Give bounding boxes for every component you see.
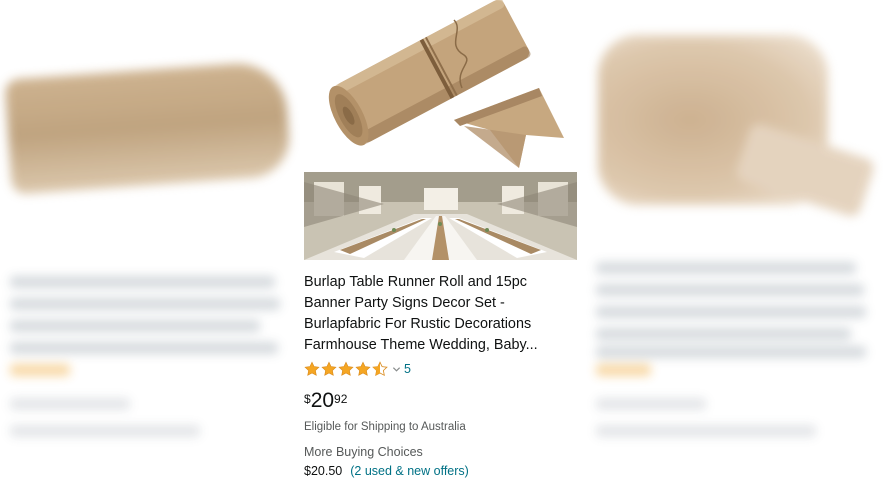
more-buying-choices-label: More Buying Choices bbox=[304, 445, 423, 459]
price-fraction: 92 bbox=[334, 392, 348, 406]
shipping-blur bbox=[596, 425, 816, 437]
star-full-icon bbox=[355, 361, 371, 376]
title-blur-line bbox=[596, 306, 866, 318]
title-blur-line bbox=[596, 262, 856, 274]
product-card-left-blurred[interactable] bbox=[0, 0, 292, 485]
star-half-icon bbox=[372, 361, 388, 377]
title-blur-line bbox=[10, 342, 278, 354]
title-blur-line bbox=[596, 346, 866, 358]
product-image-left bbox=[4, 60, 292, 195]
price-blur bbox=[10, 398, 130, 410]
shipping-blur bbox=[10, 425, 200, 437]
product-title-link[interactable]: Burlap Table Runner Roll and 15pc Banner… bbox=[304, 272, 574, 356]
venue-photo bbox=[304, 172, 577, 260]
product-card[interactable]: Burlap Table Runner Roll and 15pc Banner… bbox=[304, 0, 578, 485]
chevron-down-icon[interactable] bbox=[392, 365, 401, 374]
star-full-icon bbox=[338, 361, 354, 376]
price-blur bbox=[596, 398, 706, 410]
star-rating[interactable] bbox=[304, 361, 389, 377]
title-blur-line bbox=[596, 328, 851, 340]
price-currency-symbol: $ bbox=[304, 392, 311, 406]
rating-count-link[interactable]: 5 bbox=[404, 362, 411, 376]
product-card-right-blurred[interactable] bbox=[590, 0, 883, 485]
offer-price: $20.50 bbox=[304, 464, 343, 478]
star-full-icon bbox=[321, 361, 337, 376]
title-blur-line bbox=[10, 320, 260, 332]
rating-row[interactable]: 5 bbox=[304, 361, 411, 377]
offers-link[interactable]: (2 used & new offers) bbox=[350, 464, 469, 478]
price-whole: 20 bbox=[310, 389, 335, 412]
star-full-icon bbox=[304, 361, 320, 376]
shipping-eligibility: Eligible for Shipping to Australia bbox=[304, 421, 466, 433]
title-blur-line bbox=[596, 284, 864, 296]
title-blur-line bbox=[10, 298, 280, 310]
offer-row: $20.50 (2 used & new offers) bbox=[304, 464, 469, 478]
price: $ 20 92 bbox=[304, 390, 347, 412]
title-blur-line bbox=[10, 276, 275, 288]
product-image[interactable] bbox=[314, 0, 564, 168]
carousel: Burlap Table Runner Roll and 15pc Banner… bbox=[0, 0, 883, 485]
rating-blur bbox=[10, 364, 70, 376]
rating-blur bbox=[596, 364, 651, 376]
